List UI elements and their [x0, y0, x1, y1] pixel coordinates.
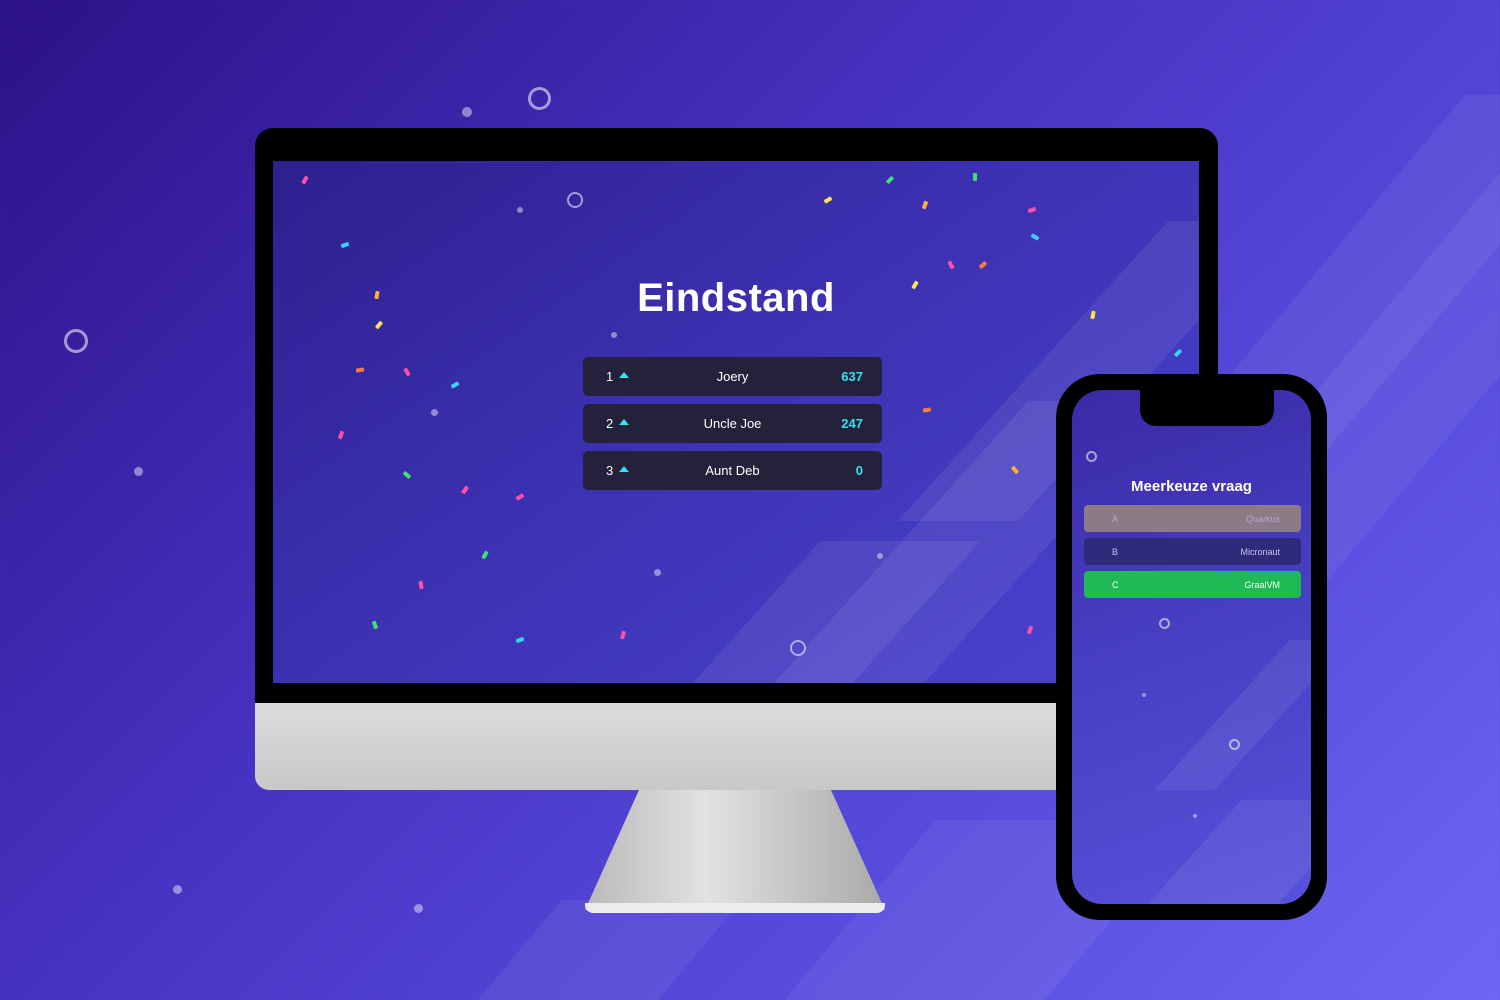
confetti — [340, 241, 350, 249]
answer-label: GraalVM — [1244, 580, 1280, 590]
answer-key: A — [1112, 514, 1119, 524]
answer-option-c[interactable]: C GraalVM — [1084, 571, 1301, 598]
decorative-ring — [1159, 618, 1170, 629]
confetti — [1026, 625, 1034, 635]
monitor-stand-foot — [585, 903, 885, 913]
confetti — [1027, 206, 1037, 214]
answer-option-a[interactable]: A Quarkus — [1084, 505, 1301, 532]
confetti — [371, 620, 379, 630]
leaderboard-row: 3 Aunt Deb 0 — [583, 451, 882, 490]
decorative-ring — [790, 640, 806, 656]
screen-stripe — [1154, 640, 1311, 790]
confetti — [402, 470, 412, 480]
decorative-dot — [1142, 693, 1146, 697]
confetti — [885, 175, 895, 185]
decorative-dot — [414, 904, 423, 913]
caret-up-icon — [619, 466, 629, 472]
confetti — [450, 381, 460, 389]
confetti — [337, 430, 345, 440]
background-stripe — [478, 900, 742, 1000]
decorative-dot — [134, 467, 143, 476]
player-score: 637 — [841, 369, 863, 384]
phone-notch — [1140, 390, 1274, 426]
confetti — [921, 200, 929, 210]
decorative-dot — [173, 885, 182, 894]
caret-up-icon — [619, 372, 629, 378]
confetti — [1030, 233, 1040, 241]
page-title: Eindstand — [637, 276, 835, 320]
confetti — [515, 636, 525, 644]
confetti — [461, 485, 469, 495]
leaderboard-row: 1 Joery 637 — [583, 357, 882, 396]
player-name: Uncle Joe — [703, 416, 762, 431]
leaderboard-row: 2 Uncle Joe 247 — [583, 404, 882, 443]
decorative-ring — [64, 329, 88, 353]
confetti — [823, 196, 833, 204]
player-score: 0 — [855, 463, 863, 478]
answer-option-b[interactable]: B Micronaut — [1084, 538, 1301, 565]
confetti — [515, 493, 525, 501]
decorative-ring — [567, 192, 583, 208]
confetti — [481, 550, 489, 560]
decorative-dot — [611, 332, 617, 338]
decorative-ring — [1086, 451, 1097, 462]
caret-up-icon — [619, 419, 629, 425]
confetti — [301, 175, 309, 185]
decorative-dot — [654, 569, 661, 576]
decorative-dot — [517, 207, 523, 213]
decorative-dot — [431, 409, 438, 416]
confetti — [922, 407, 932, 413]
decorative-ring — [528, 87, 551, 110]
quiz-screen: Meerkeuze vraag A Quarkus B Micronaut C … — [1072, 390, 1311, 904]
rank-number: 3 — [606, 463, 614, 478]
answer-key: C — [1112, 580, 1119, 590]
confetti — [947, 260, 955, 270]
answer-label: Quarkus — [1245, 514, 1280, 524]
player-name: Joery — [716, 369, 749, 384]
confetti — [355, 367, 365, 373]
answer-key: B — [1112, 547, 1119, 557]
confetti — [374, 320, 384, 330]
confetti — [418, 580, 424, 590]
rank-number: 2 — [606, 416, 614, 431]
leaderboard: 1 Joery 637 2 Uncle Joe 247 3 Aunt Deb 0 — [583, 357, 882, 498]
rank-number: 1 — [606, 369, 614, 384]
monitor-stand — [585, 790, 885, 910]
confetti — [978, 260, 988, 270]
question-title: Meerkeuze vraag — [1131, 478, 1252, 495]
confetti — [1173, 348, 1183, 358]
confetti — [403, 367, 411, 377]
screen-stripe — [1142, 800, 1311, 904]
player-name: Aunt Deb — [705, 463, 760, 478]
decorative-ring — [1229, 739, 1240, 750]
decorative-dot — [462, 107, 472, 117]
decorative-dot — [877, 553, 883, 559]
confetti — [620, 630, 626, 640]
player-score: 247 — [841, 416, 863, 431]
answer-label: Micronaut — [1240, 547, 1280, 557]
confetti — [973, 173, 977, 181]
decorative-dot — [1193, 814, 1197, 818]
phone-device: Meerkeuze vraag A Quarkus B Micronaut C … — [1056, 374, 1327, 920]
